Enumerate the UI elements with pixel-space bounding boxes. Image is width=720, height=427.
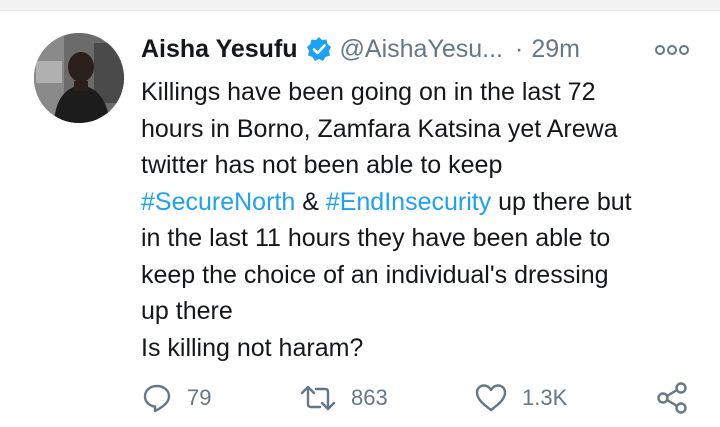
tweet-text-segment: hours in Borno, Zamfara Katsina yet Arew… — [141, 114, 618, 143]
tweet-text-line: in the last 11 hours they have been able… — [141, 220, 701, 257]
retweet-button[interactable]: 863 — [299, 380, 388, 416]
tweet-timestamp[interactable]: 29m — [531, 32, 580, 66]
tweet-text-segment: up there but — [491, 187, 632, 216]
tweet-text-line: up there — [141, 293, 701, 330]
heart-icon — [474, 382, 508, 414]
tweet-text-segment: Is killing not haram? — [141, 333, 364, 362]
tweet-text-line: keep the choice of an individual's dress… — [141, 257, 701, 294]
tweet-text-segment: in the last 11 hours they have been able… — [141, 224, 611, 252]
retweet-icon — [299, 382, 337, 414]
tweet-text-segment: keep the choice of an individual's dress… — [141, 260, 609, 289]
reply-count: 79 — [187, 385, 212, 410]
verified-badge-icon — [306, 36, 332, 62]
author-handle[interactable]: @AishaYesu... — [340, 32, 503, 66]
share-button[interactable] — [655, 380, 689, 416]
like-button[interactable]: 1.3K — [474, 380, 567, 416]
retweet-count: 863 — [351, 385, 388, 410]
tweet-text-segment: up there — [141, 297, 233, 325]
tweet-text-segment: & — [295, 187, 326, 216]
share-icon — [655, 381, 689, 415]
more-options-icon[interactable] — [654, 37, 690, 63]
tweet-text-segment: twitter has not been able to keep — [141, 151, 503, 179]
tweet-text-line: Killings have been going on in the last … — [141, 74, 701, 111]
author-name[interactable]: Aisha Yesufu — [141, 32, 298, 66]
reply-button[interactable]: 79 — [141, 380, 211, 416]
tweet-text-line: #SecureNorth & #EndInsecurity up there b… — [141, 184, 701, 221]
reply-icon — [141, 382, 173, 414]
hashtag-link[interactable]: #SecureNorth — [141, 188, 295, 216]
tweet-text-segment: Killings have been going on in the last … — [141, 78, 596, 106]
like-count: 1.3K — [522, 385, 568, 410]
separator-dot: · — [515, 35, 524, 63]
hashtag-link[interactable]: #EndInsecurity — [326, 188, 491, 216]
tweet-text-line: Is killing not haram? — [141, 330, 701, 367]
avatar[interactable] — [34, 33, 124, 123]
tweet-text-line: hours in Borno, Zamfara Katsina yet Arew… — [141, 111, 701, 148]
tweet-text-line: twitter has not been able to keep — [141, 147, 701, 184]
tweet-text: Killings have been going on in the last … — [141, 74, 701, 366]
tweet-actions: 79 863 1.3K — [141, 380, 701, 416]
tweet-header: Aisha Yesufu @AishaYesu... · 29m — [141, 32, 580, 66]
top-divider — [0, 0, 720, 11]
